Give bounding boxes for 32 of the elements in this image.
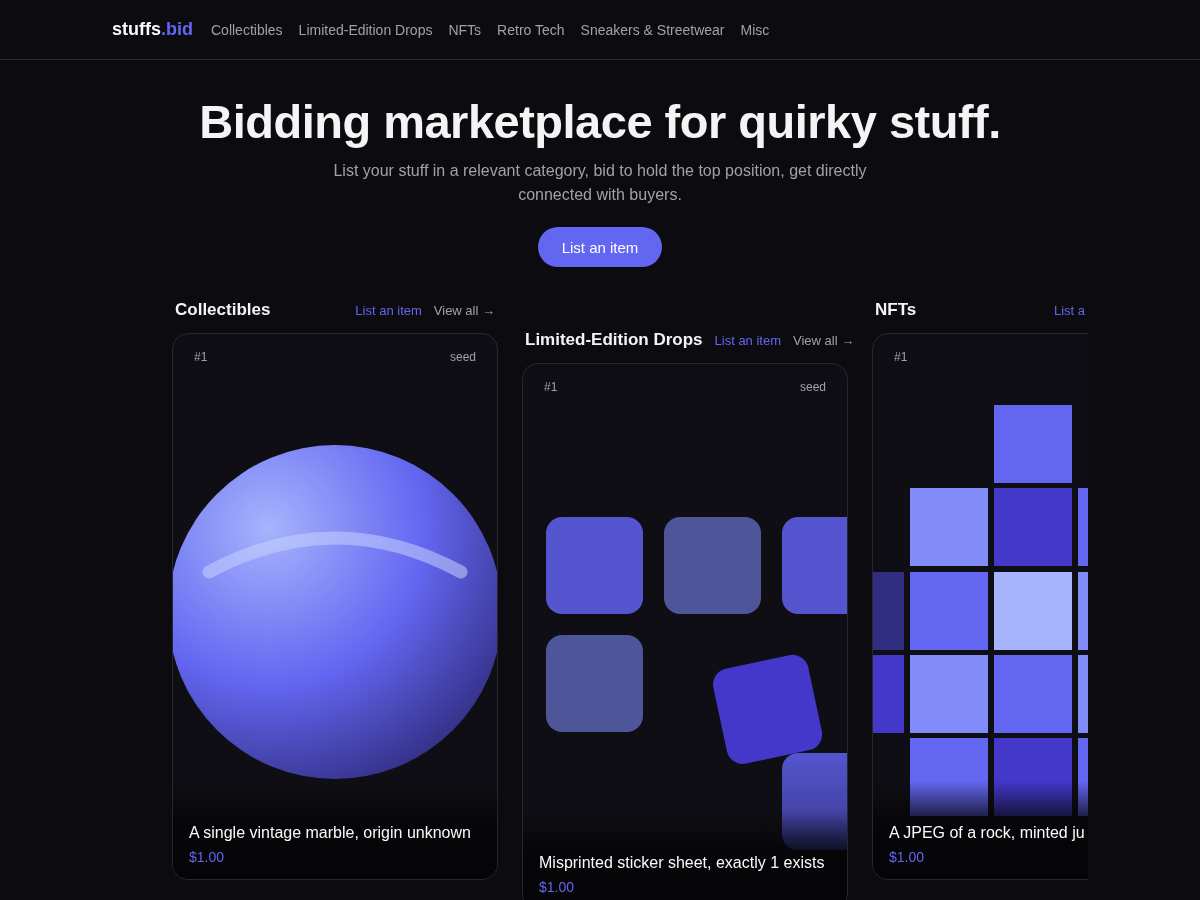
category-title: NFTs	[875, 300, 917, 320]
list-item-link[interactable]: List an item	[355, 302, 422, 318]
listing-price: $1.00	[539, 879, 576, 895]
category-title: Collectibles	[175, 300, 271, 320]
listing-card[interactable]: #1 A JPEG of a rock, minted ju $1.00	[872, 333, 1088, 880]
listing-price: $1.00	[189, 849, 226, 865]
nav-link[interactable]: Misc	[740, 21, 770, 38]
listing-card[interactable]: #1 seed A single vintage marble, origin unknown $1.00	[172, 333, 498, 880]
nav-link[interactable]: NFTs	[448, 21, 482, 38]
listing-price: $1.00	[889, 849, 926, 865]
listing-title: A JPEG of a rock, minted ju	[889, 823, 1086, 843]
nav-link[interactable]: Retro Tech	[497, 21, 565, 38]
nav-link[interactable]: Collectibles	[211, 21, 283, 38]
tag-label: seed	[799, 380, 826, 394]
list-item-button[interactable]: List an item	[537, 227, 663, 267]
list-item-link[interactable]: List an item	[714, 332, 782, 348]
nav-link[interactable]: Sneakers & Streetwear	[580, 21, 725, 38]
view-all-link[interactable]: View all →	[793, 332, 855, 348]
rank-label: #1	[544, 380, 558, 394]
listing-title: A single vintage marble, origin unknown	[189, 823, 472, 843]
hero-title: Bidding marketplace for quirky stuff.	[199, 94, 1001, 149]
list-item-link[interactable]: List a	[1053, 302, 1085, 318]
nav-link[interactable]: Limited-Edition Drops	[298, 21, 433, 38]
tag-label: seed	[449, 350, 476, 364]
listing-card[interactable]: #1 seed Misprinted sticker sheet, exactly 1 exists $1.00	[522, 363, 848, 900]
rank-label: #1	[894, 350, 908, 364]
site-logo[interactable]: stuffs.bid	[112, 19, 193, 40]
hero-subtitle: List your stuff in a relevant category, bid to hold the top position, get directly connected with buyers.	[332, 161, 868, 205]
category-title: Limited-Edition Drops	[525, 330, 703, 350]
listing-title: Misprinted sticker sheet, exactly 1 exists	[539, 853, 826, 873]
view-all-link[interactable]: View all →	[433, 302, 495, 318]
rank-label: #1	[194, 350, 208, 364]
